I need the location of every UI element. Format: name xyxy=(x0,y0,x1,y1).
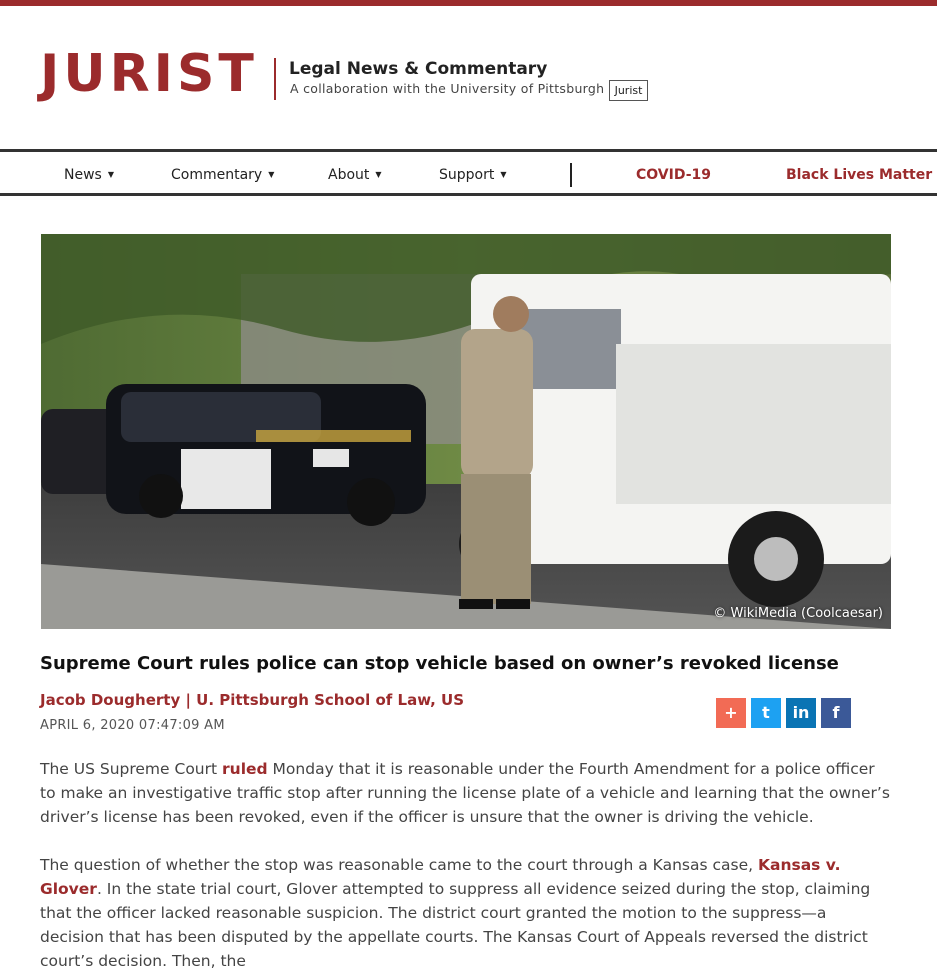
tooltip-chip: Jurist xyxy=(609,80,648,101)
paragraph-text: The question of whether the stop was rea… xyxy=(40,856,758,874)
article-hero-image: © WikiMedia (Coolcaesar) xyxy=(41,234,891,629)
logo-divider xyxy=(274,58,276,100)
linkedin-icon[interactable]: in xyxy=(786,698,816,728)
nav-divider xyxy=(570,163,572,187)
caret-down-icon: ▼ xyxy=(375,170,382,179)
nav-item-support[interactable]: Support ▼ xyxy=(439,167,507,183)
article-byline[interactable]: Jacob Dougherty | U. Pittsburgh School o… xyxy=(40,691,464,709)
nav-item-label: Commentary xyxy=(171,167,263,183)
article-title: Supreme Court rules police can stop vehi… xyxy=(40,653,839,674)
caret-down-icon: ▼ xyxy=(500,170,507,179)
image-credit: © WikiMedia (Coolcaesar) xyxy=(713,606,883,621)
paragraph-text: . In the state trial court, Glover attem… xyxy=(40,880,871,970)
top-accent-bar xyxy=(0,0,937,6)
caret-down-icon: ▼ xyxy=(107,170,114,179)
site-tagline: Legal News & Commentary xyxy=(289,59,548,79)
twitter-icon[interactable]: t xyxy=(751,698,781,728)
nav-item-label: About xyxy=(328,167,370,183)
nav-item-about[interactable]: About ▼ xyxy=(328,167,382,183)
main-nav: News ▼ Commentary ▼ About ▼ Support ▼ COVID-… xyxy=(0,149,937,196)
caret-down-icon: ▼ xyxy=(268,170,275,179)
article-paragraph-2: The question of whether the stop was rea… xyxy=(40,853,890,973)
traffic-stop-photo xyxy=(41,234,891,629)
nav-item-label: Support xyxy=(439,167,495,183)
share-plus-icon[interactable]: + xyxy=(716,698,746,728)
site-subtagline: A collaboration with the University of P… xyxy=(290,81,605,96)
nav-item-news[interactable]: News ▼ xyxy=(64,167,114,183)
nav-item-blm[interactable]: Black Lives Matter xyxy=(786,167,932,183)
nav-item-covid[interactable]: COVID-19 xyxy=(636,167,711,183)
ruling-link[interactable]: ruled xyxy=(222,760,268,778)
facebook-icon[interactable]: f xyxy=(821,698,851,728)
paragraph-text: The US Supreme Court xyxy=(40,760,223,778)
article-paragraph-1: The US Supreme Court ruled Monday that i… xyxy=(40,757,890,829)
nav-item-commentary[interactable]: Commentary ▼ xyxy=(171,167,274,183)
article-date: APRIL 6, 2020 07:47:09 AM xyxy=(40,718,225,733)
site-logo[interactable]: JURIST xyxy=(40,48,258,100)
nav-item-label: News xyxy=(64,167,102,183)
